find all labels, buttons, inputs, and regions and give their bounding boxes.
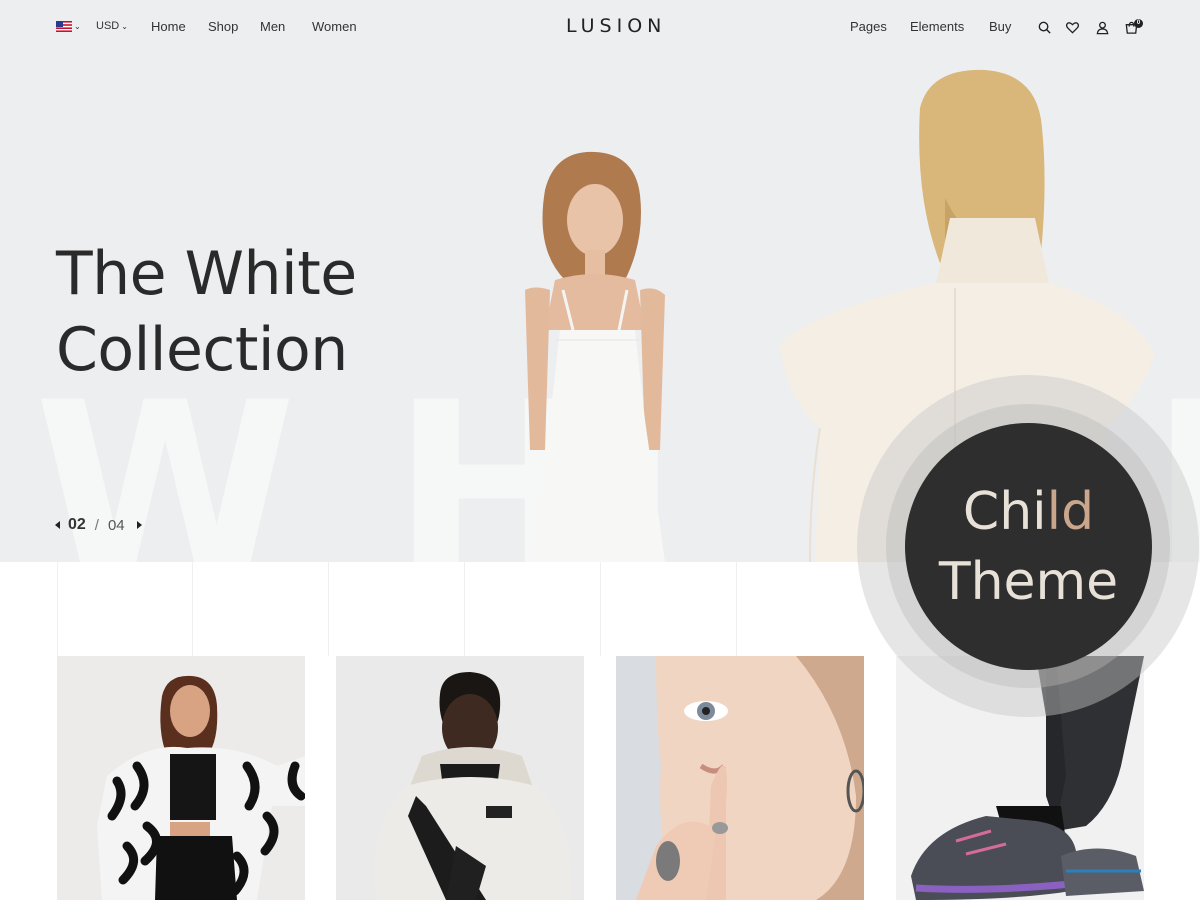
grid-line — [57, 562, 58, 656]
child-theme-badge-line2: Theme — [938, 552, 1119, 612]
hero-title-line2: Collection — [56, 315, 348, 385]
product-image-zebra-jacket — [97, 675, 305, 900]
currency-selector[interactable]: USD ⌄ — [96, 20, 128, 32]
language-chevron-down-icon[interactable]: ⌄ — [74, 22, 81, 31]
nav-buy[interactable]: Buy — [989, 19, 1011, 34]
grid-line — [192, 562, 193, 656]
cart-count-badge: 0 — [1134, 19, 1143, 28]
product-card-white-anorak[interactable] — [336, 656, 584, 900]
pager-current: 02 — [68, 516, 86, 533]
grid-line — [736, 562, 737, 656]
product-card-zebra-jacket[interactable] — [57, 656, 305, 900]
currency-chevron-down-icon: ⌄ — [121, 22, 128, 31]
heart-icon[interactable] — [1065, 20, 1080, 35]
flag-us-icon[interactable] — [56, 21, 72, 32]
hero-title-line1: The White — [56, 239, 357, 309]
nav-elements[interactable]: Elements — [910, 19, 964, 34]
product-card-jewelry-portrait[interactable] — [616, 656, 864, 900]
grid-line — [600, 562, 601, 656]
pager-total: 04 — [107, 516, 125, 534]
grid-line — [464, 562, 465, 656]
badge-line1-start: Chi — [962, 482, 1047, 542]
site-logo[interactable]: LUSION — [566, 15, 666, 37]
search-icon[interactable] — [1037, 20, 1052, 35]
nav-women[interactable]: Women — [312, 19, 357, 34]
grid-line — [328, 562, 329, 656]
prev-slide-icon[interactable] — [55, 521, 60, 529]
site-header: ⌄ USD ⌄ Home Shop Men Women LUSION Pages … — [0, 0, 1200, 54]
nav-pages[interactable]: Pages — [850, 19, 887, 34]
child-theme-badge[interactable] — [905, 423, 1152, 670]
user-icon[interactable] — [1095, 20, 1110, 35]
pager-separator: / — [94, 516, 99, 534]
product-image-jewelry-portrait — [636, 656, 864, 900]
child-theme-badge-line1: Child — [905, 482, 1152, 542]
slide-pager: 02 / 04 — [55, 516, 142, 534]
model-white-dress-image — [525, 151, 665, 562]
hero-title: The White Collection — [56, 236, 357, 388]
nav-shop[interactable]: Shop — [208, 19, 238, 34]
nav-home[interactable]: Home — [151, 19, 186, 34]
product-image-white-anorak — [374, 672, 573, 900]
currency-label: USD — [96, 20, 120, 32]
badge-line1-accent: ld — [1046, 482, 1095, 542]
nav-men[interactable]: Men — [260, 19, 285, 34]
next-slide-icon[interactable] — [136, 521, 142, 529]
